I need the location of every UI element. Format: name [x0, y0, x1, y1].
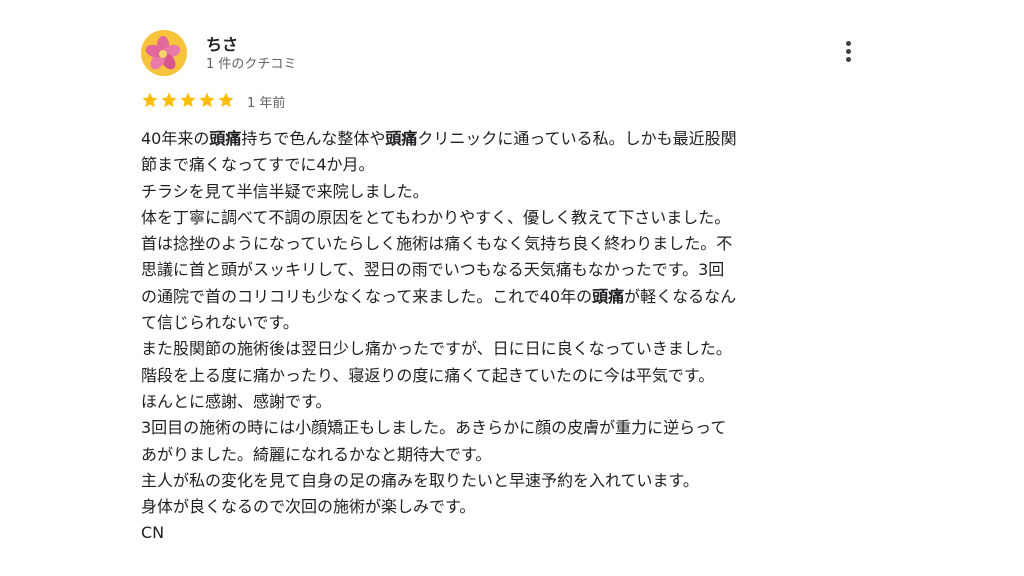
text-segment: 40年来の: [141, 129, 210, 148]
avatar[interactable]: [141, 30, 187, 76]
review-text-line: 40年来の頭痛持ちで色んな整体や頭痛クリニックに通っている私。しかも最近股関: [141, 126, 871, 152]
review-text-line: 主人が私の変化を見て自身の足の痛みを取りたいと早速予約を入れています。: [141, 468, 871, 494]
highlighted-keyword: 頭痛: [592, 286, 625, 306]
more-vert-dot: [846, 57, 851, 62]
text-segment: 主人が私の変化を見て自身の足の痛みを取りたいと早速予約を入れています。: [141, 470, 699, 490]
review-text-line: 身体が良くなるので次回の施術が楽しみです。: [141, 494, 871, 520]
text-segment: 持ちで色んな整体や: [241, 129, 386, 148]
more-options-button[interactable]: [836, 38, 860, 66]
flower-avatar-icon: [141, 30, 187, 76]
star-icon: [161, 92, 177, 108]
text-segment: 階段を上る度に痛かったり、寝返りの度に痛くて起きていたのに今は平気です。: [141, 365, 715, 385]
star-icon: [199, 92, 215, 108]
text-segment: ほんとに感謝、感謝です。: [141, 391, 332, 411]
more-vert-icon: [846, 41, 851, 46]
star-icon: [218, 92, 234, 108]
review-text-line: また股関節の施術後は翌日少し痛かったですが、日に日に良くなっていきました。: [141, 336, 871, 362]
review-text: 40年来の頭痛持ちで色んな整体や頭痛クリニックに通っている私。しかも最近股関 節ま…: [141, 126, 871, 547]
review-text-line: あがりました。綺麗になれるかなと期待大です。: [141, 442, 871, 468]
review-text-line: の通院で首のコリコリも少なくなって来ました。これで40年の頭痛が軽くなるなん: [141, 284, 871, 310]
text-segment: 身体が良くなるので次回の施術が楽しみです。: [141, 497, 476, 517]
review-text-line: ほんとに感謝、感謝です。: [141, 389, 871, 415]
text-segment: て信じられないです。: [141, 313, 299, 333]
review-text-line: 階段を上る度に痛かったり、寝返りの度に痛くて起きていたのに今は平気です。: [141, 363, 871, 389]
text-segment: クリニックに通っている私。しかも最近股関: [417, 129, 737, 148]
text-segment: が軽くなるなん: [624, 286, 737, 306]
star-icon: [142, 92, 158, 108]
review-card: ちさ 1 件のクチコミ 1 年前 40年来の頭痛持ちで色んな整体や頭痛クリニック…: [0, 0, 1024, 576]
review-text-line: 3回目の施術の時には小顔矯正もしました。あきらかに顔の皮膚が重力に逆らって: [141, 415, 871, 441]
review-text-line: CN: [141, 520, 871, 546]
review-text-line: 首は捻挫のようになっていたらしく施術は痛くもなく気持ち良く終わりました。不: [141, 231, 871, 257]
review-text-line: チラシを見て半信半疑で来院しました。: [141, 179, 871, 205]
highlighted-keyword: 頭痛: [385, 129, 418, 148]
text-segment: チラシを見て半信半疑で来院しました。: [141, 181, 429, 201]
review-time: 1 年前: [247, 96, 286, 111]
text-segment: の通院で首のコリコリも少なくなって来ました。これで40年の: [141, 286, 593, 306]
text-segment: 思議に首と頭がスッキリして、翌日の雨でいつもなる天気痛もなかったです。3回: [141, 260, 725, 280]
highlighted-keyword: 頭痛: [209, 129, 242, 148]
review-text-line: 体を丁寧に調べて不調の原因をとてもわかりやすく、優しく教えて下さいました。: [141, 205, 871, 231]
review-text-line: て信じられないです。: [141, 310, 871, 336]
reviewer-name[interactable]: ちさ: [206, 31, 238, 55]
text-segment: CN: [141, 523, 165, 543]
star-rating: [141, 91, 235, 109]
review-text-line: 思議に首と頭がスッキリして、翌日の雨でいつもなる天気痛もなかったです。3回: [141, 257, 871, 283]
review-text-line: 節まで痛くなってすでに4か月。: [141, 152, 871, 178]
more-vert-dot: [846, 49, 851, 54]
star-icon: [180, 92, 196, 108]
reviewer-review-count[interactable]: 1 件のクチコミ: [206, 53, 296, 72]
text-segment: 体を丁寧に調べて不調の原因をとてもわかりやすく、優しく教えて下さいました。: [141, 207, 731, 227]
text-segment: あがりました。綺麗になれるかなと期待大です。: [141, 444, 492, 464]
text-segment: また股関節の施術後は翌日少し痛かったですが、日に日に良くなっていきました。: [141, 339, 732, 359]
text-segment: 3回目の施術の時には小顔矯正もしました。あきらかに顔の皮膚が重力に逆らって: [141, 418, 727, 438]
text-segment: 首は捻挫のようになっていたらしく施術は痛くもなく気持ち良く終わりました。不: [141, 234, 733, 254]
text-segment: 節まで痛くなってすでに4か月。: [141, 155, 375, 175]
